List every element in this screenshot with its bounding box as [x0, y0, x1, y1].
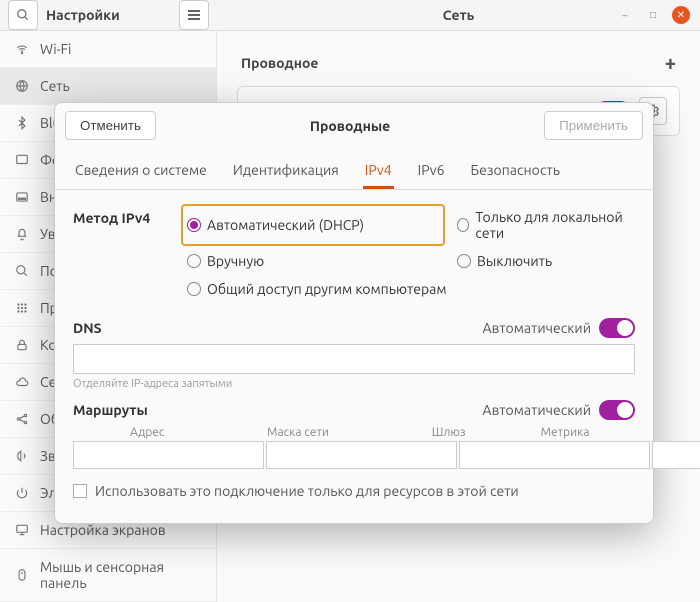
ipv4-method-option-4[interactable]: Общий доступ другим компьютерам [183, 278, 635, 300]
ipv4-method-label: Метод IPv4 [73, 206, 163, 226]
routes-auto-label: Автоматический [483, 402, 591, 418]
route-gateway-input[interactable] [459, 441, 650, 469]
tab-1[interactable]: Идентификация [231, 154, 341, 189]
sidebar-item-label: Мышь и сенсорная панель [40, 559, 202, 591]
route-col-header: Метрика [525, 426, 605, 439]
sidebar-item-label: Настройка экранов [40, 522, 166, 538]
radio-label: Выключить [477, 253, 552, 269]
net-icon [14, 78, 30, 94]
ipv4-method-option-1[interactable]: Только для локальной сети [453, 206, 635, 244]
close-button[interactable]: ✕ [672, 6, 690, 24]
dock-icon [14, 189, 30, 205]
radio-icon [187, 218, 201, 232]
ipv4-method-option-3[interactable]: Выключить [453, 250, 635, 272]
route-col-header: Адрес [73, 426, 222, 439]
route-col-header: Маска сети [224, 426, 373, 439]
bt-icon [14, 115, 30, 131]
radio-label: Автоматический (DHCP) [207, 217, 364, 233]
dns-auto-label: Автоматический [483, 320, 591, 336]
routes-title: Маршруты [73, 402, 148, 418]
share-icon [14, 411, 30, 427]
tab-3[interactable]: IPv6 [416, 154, 447, 189]
sidebar-item-label: Сеть [40, 78, 70, 94]
dns-auto-toggle[interactable] [599, 318, 635, 338]
modal-title: Проводные [310, 118, 390, 134]
radio-icon [457, 254, 471, 268]
sidebar-item-wifi[interactable]: Wi-Fi [0, 31, 216, 68]
only-local-label: Использовать это подключение только для … [95, 483, 519, 499]
apps-icon [14, 300, 30, 316]
sidebar-item-mouse[interactable]: Мышь и сенсорная панель [0, 549, 216, 602]
sidebar-item-label: Wi-Fi [40, 41, 71, 57]
route-metric-input[interactable] [652, 441, 700, 469]
apply-button[interactable]: Применить [544, 111, 643, 140]
bg-icon [14, 152, 30, 168]
window-title: Сеть [443, 7, 475, 23]
dns-hint: Отделяйте IP-адреса запятыми [73, 378, 635, 390]
radio-icon [457, 218, 469, 232]
add-connection-button[interactable]: + [665, 51, 676, 74]
cancel-button[interactable]: Отменить [65, 111, 156, 140]
cloud-icon [14, 374, 30, 390]
display-icon [14, 522, 30, 538]
radio-label: Общий доступ другим компьютерам [207, 281, 447, 297]
sidebar-item-net[interactable]: Сеть [0, 68, 216, 105]
route-col-header: Шлюз [374, 426, 523, 439]
ipv4-method-option-0[interactable]: Автоматический (DHCP) [183, 206, 443, 244]
radio-icon [187, 254, 201, 268]
search-icon [14, 263, 30, 279]
lock-icon [14, 337, 30, 353]
dns-input[interactable] [73, 344, 635, 374]
settings-title: Настройки [46, 7, 120, 23]
tab-2[interactable]: IPv4 [363, 154, 394, 189]
only-local-checkbox[interactable] [73, 484, 87, 498]
main-header: Настройки Сеть – □ ✕ [0, 0, 700, 31]
maximize-button[interactable]: □ [644, 6, 662, 24]
wired-section-title: Проводное [241, 55, 318, 71]
tab-4[interactable]: Безопасность [468, 154, 562, 189]
route-address-input[interactable] [73, 441, 264, 469]
connection-modal: Отменить Проводные Применить Сведения о … [54, 102, 654, 524]
routes-auto-toggle[interactable] [599, 400, 635, 420]
tab-0[interactable]: Сведения о системе [73, 154, 209, 189]
ipv4-method-option-2[interactable]: Вручную [183, 250, 443, 272]
search-button[interactable] [8, 0, 38, 30]
modal-tabs: Сведения о системе Идентификация IPv4 IPv6 Б… [55, 148, 653, 190]
radio-label: Вручную [207, 253, 264, 269]
power-icon [14, 485, 30, 501]
minimize-button[interactable]: – [616, 6, 634, 24]
menu-button[interactable] [179, 0, 209, 30]
bell-icon [14, 226, 30, 242]
route-netmask-input[interactable] [266, 441, 457, 469]
dns-title: DNS [73, 320, 102, 336]
radio-label: Только для локальной сети [475, 209, 631, 241]
sound-icon [14, 448, 30, 464]
wifi-icon [14, 41, 30, 57]
radio-icon [187, 282, 201, 296]
